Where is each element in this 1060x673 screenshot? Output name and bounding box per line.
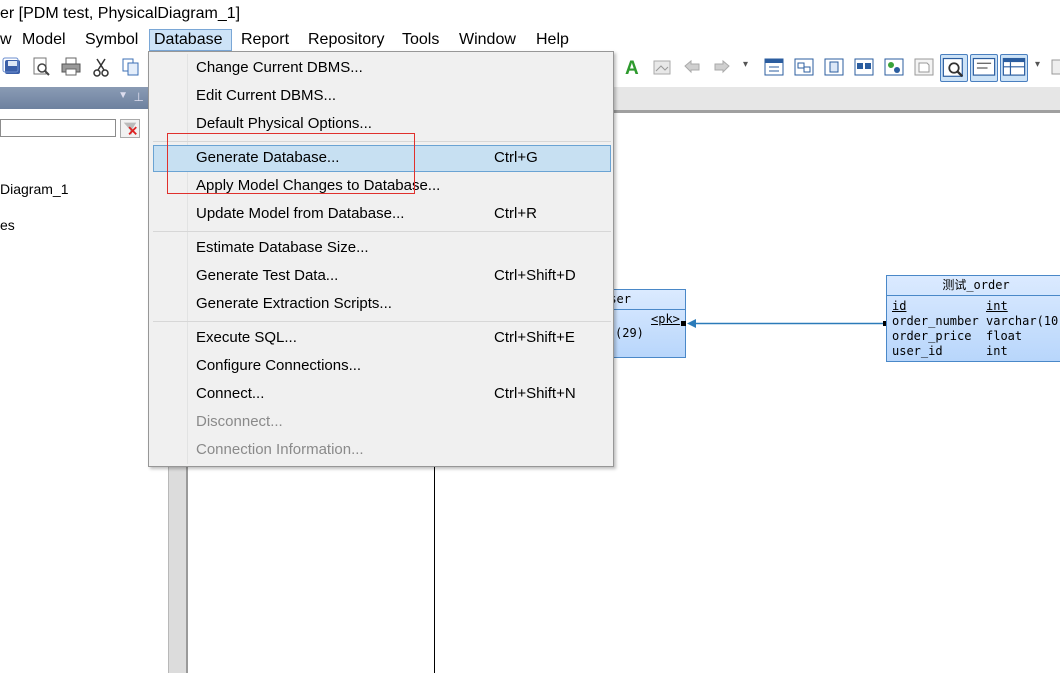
menu-item-shortcut: Ctrl+Shift+D xyxy=(494,267,576,284)
toolbar-more-icon[interactable] xyxy=(1050,56,1060,78)
menu-item-label: Connection Information... xyxy=(196,441,364,458)
tree-item-diagram[interactable]: Diagram_1 xyxy=(0,181,68,197)
column-type: int xyxy=(986,344,1008,358)
menu-item-shortcut: Ctrl+Shift+N xyxy=(494,385,576,402)
menu-item-label: Generate Test Data... xyxy=(196,267,339,284)
menu-repository[interactable]: Repository xyxy=(304,29,388,51)
menu-view[interactable]: w xyxy=(0,29,16,51)
menu-symbol[interactable]: Symbol xyxy=(81,29,142,51)
annotation-highlight-box xyxy=(167,133,415,194)
menu-separator xyxy=(153,321,611,322)
file-icon[interactable] xyxy=(913,56,935,78)
chevron-down-icon[interactable]: ▼ xyxy=(118,90,128,101)
table-icon[interactable] xyxy=(763,56,785,78)
menu-database[interactable]: Database xyxy=(149,29,232,51)
tree-item-tables[interactable]: es xyxy=(0,217,15,233)
column-name: order_number xyxy=(892,314,979,328)
toolbar-overflow-icon[interactable]: ▾ xyxy=(743,59,748,70)
menu-item-generate-extraction-scripts[interactable]: Generate Extraction Scripts... xyxy=(153,291,611,318)
menu-tools[interactable]: Tools xyxy=(398,29,443,51)
menu-item-estimate-size[interactable]: Estimate Database Size... xyxy=(153,235,611,262)
font-icon[interactable]: A xyxy=(622,56,644,78)
note-icon[interactable] xyxy=(970,54,998,82)
menu-item-execute-sql[interactable]: Execute SQL... Ctrl+Shift+E xyxy=(153,325,611,352)
database-menu-dropdown: Change Current DBMS... Edit Current DBMS… xyxy=(148,51,614,467)
menu-item-shortcut: Ctrl+Shift+E xyxy=(494,329,575,346)
entity-title: 测试_order xyxy=(887,276,1060,296)
image-icon[interactable] xyxy=(652,56,674,78)
menu-item-label: Generate Extraction Scripts... xyxy=(196,295,392,312)
menu-item-label: Default Physical Options... xyxy=(196,115,372,132)
svg-text:A: A xyxy=(625,58,639,78)
menu-item-label: Execute SQL... xyxy=(196,329,297,346)
grid-icon[interactable] xyxy=(1000,54,1028,82)
redo-icon[interactable] xyxy=(711,56,733,78)
menu-item-change-dbms[interactable]: Change Current DBMS... xyxy=(153,55,611,82)
save-all-icon[interactable] xyxy=(2,56,24,78)
toolbar-overflow-icon[interactable]: ▾ xyxy=(1035,59,1040,70)
menu-item-label: Disconnect... xyxy=(196,413,283,430)
clear-filter-button[interactable] xyxy=(120,119,140,138)
undo-icon[interactable] xyxy=(681,56,703,78)
package-icon[interactable] xyxy=(883,56,905,78)
print-preview-icon[interactable] xyxy=(30,56,52,78)
pk-label: <pk> xyxy=(651,312,680,326)
column-name: user_id xyxy=(892,344,943,358)
menu-item-label: Estimate Database Size... xyxy=(196,239,369,256)
browser-filter-input[interactable] xyxy=(0,119,116,137)
menu-report[interactable]: Report xyxy=(237,29,293,51)
column-name: id xyxy=(892,299,907,313)
reference-link[interactable] xyxy=(680,316,890,332)
browser-panel-header: ▼ ⊥ xyxy=(0,87,148,109)
column-name: order_price xyxy=(892,329,972,343)
cut-icon[interactable] xyxy=(90,56,112,78)
menu-help[interactable]: Help xyxy=(532,29,573,51)
entity-order-table[interactable]: 测试_order id int order_number varchar(10)… xyxy=(886,275,1060,362)
menu-item-label: Connect... xyxy=(196,385,265,402)
procedure-icon[interactable] xyxy=(823,56,845,78)
copy-icon[interactable] xyxy=(120,56,142,78)
reference-icon[interactable] xyxy=(853,56,875,78)
zoom-icon[interactable] xyxy=(940,54,968,82)
menu-bar: w Model Symbol Database Report Repositor… xyxy=(0,29,1060,51)
print-icon[interactable] xyxy=(60,56,82,78)
menu-item-label: Change Current DBMS... xyxy=(196,59,363,76)
column-type: varchar(10) xyxy=(986,314,1060,328)
menu-item-edit-dbms[interactable]: Edit Current DBMS... xyxy=(153,83,611,110)
menu-window[interactable]: Window xyxy=(455,29,520,51)
menu-item-disconnect: Disconnect... xyxy=(153,409,611,436)
view-icon[interactable] xyxy=(793,56,815,78)
menu-item-update-model[interactable]: Update Model from Database... Ctrl+R xyxy=(153,201,611,228)
column-type: (29) xyxy=(615,326,644,340)
window-title: er [PDM test, PhysicalDiagram_1] xyxy=(0,5,241,22)
menu-item-shortcut: Ctrl+G xyxy=(494,149,538,166)
menu-model[interactable]: Model xyxy=(18,29,70,51)
diagram-tab-strip xyxy=(614,87,1060,113)
pin-icon[interactable]: ⊥ xyxy=(134,90,144,104)
menu-item-label: Update Model from Database... xyxy=(196,205,405,222)
menu-item-label: Edit Current DBMS... xyxy=(196,87,337,104)
menu-item-connect[interactable]: Connect... Ctrl+Shift+N xyxy=(153,381,611,408)
menu-item-shortcut: Ctrl+R xyxy=(494,205,537,222)
menu-item-label: Configure Connections... xyxy=(196,357,362,374)
menu-item-configure-connections[interactable]: Configure Connections... xyxy=(153,353,611,380)
column-type: float xyxy=(986,329,1023,343)
menu-item-connection-information: Connection Information... xyxy=(153,437,611,464)
diagram-vertical-line xyxy=(434,467,435,673)
clear-filter-icon xyxy=(123,122,137,135)
menu-separator xyxy=(153,231,611,232)
column-type: int xyxy=(986,299,1008,313)
menu-item-generate-test-data[interactable]: Generate Test Data... Ctrl+Shift+D xyxy=(153,263,611,290)
title-bar: er [PDM test, PhysicalDiagram_1] xyxy=(0,0,1060,29)
